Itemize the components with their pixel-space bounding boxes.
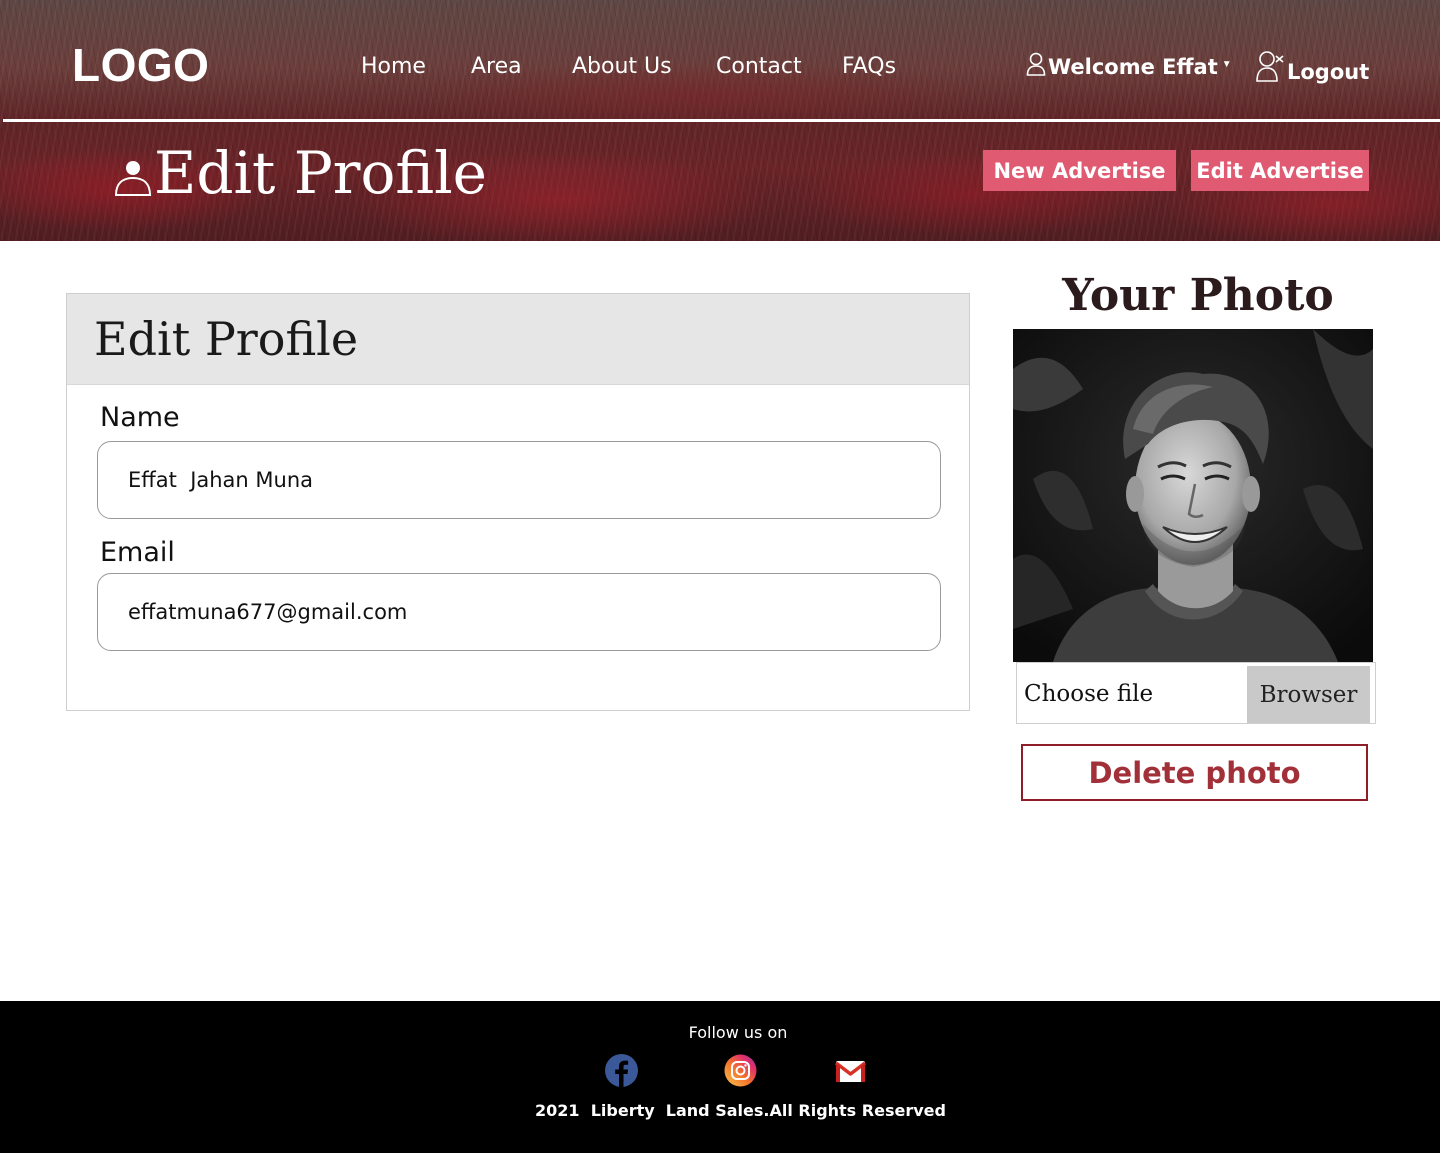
profile-photo — [1013, 329, 1373, 662]
copyright-text: 2021 Liberty Land Sales.All Rights Reser… — [535, 1101, 946, 1120]
delete-photo-button[interactable]: Delete photo — [1021, 744, 1368, 801]
nav-about-us[interactable]: About Us — [572, 54, 672, 79]
instagram-icon[interactable] — [724, 1054, 757, 1087]
file-chooser[interactable]: Choose file Browser — [1016, 662, 1376, 724]
nav-faqs[interactable]: FAQs — [842, 54, 896, 79]
profile-icon — [114, 161, 152, 196]
nav-home[interactable]: Home — [361, 54, 426, 79]
hero-banner: LOGO Home Area About Us Contact FAQs Wel… — [0, 0, 1440, 241]
user-logout-icon — [1255, 50, 1285, 87]
name-label: Name — [100, 402, 180, 433]
edit-advertise-button[interactable]: Edit Advertise — [1191, 150, 1369, 191]
card-title: Edit Profile — [94, 312, 359, 366]
logo[interactable]: LOGO — [72, 38, 209, 92]
edit-profile-card: Edit Profile Name Email — [66, 293, 970, 711]
user-icon — [1026, 52, 1046, 81]
name-input[interactable] — [97, 441, 941, 519]
footer: Follow us on 2021 Liberty Land Sales.All… — [0, 1001, 1440, 1153]
nav-area[interactable]: Area — [471, 54, 522, 79]
header-divider — [3, 119, 1440, 122]
follow-us-label: Follow us on — [688, 1023, 788, 1042]
logout-button[interactable]: Logout — [1255, 50, 1369, 87]
nav-contact[interactable]: Contact — [716, 54, 802, 79]
file-placeholder: Choose file — [1024, 681, 1154, 707]
welcome-label: Welcome Effat — [1048, 54, 1218, 79]
new-advertise-button[interactable]: New Advertise — [983, 150, 1176, 191]
gmail-icon[interactable] — [834, 1054, 867, 1087]
page-title: Edit Profile — [154, 139, 487, 207]
logout-label: Logout — [1287, 59, 1370, 84]
page-heading: Edit Profile — [114, 138, 487, 208]
email-label: Email — [100, 537, 175, 568]
photo-title: Your Photo — [1062, 270, 1334, 321]
card-header: Edit Profile — [67, 294, 969, 385]
facebook-icon[interactable] — [605, 1054, 638, 1087]
user-menu[interactable]: Welcome Effat ▼ — [1026, 52, 1232, 81]
email-input[interactable] — [97, 573, 941, 651]
chevron-down-icon: ▼ — [1221, 59, 1232, 70]
browse-button[interactable]: Browser — [1247, 666, 1370, 723]
